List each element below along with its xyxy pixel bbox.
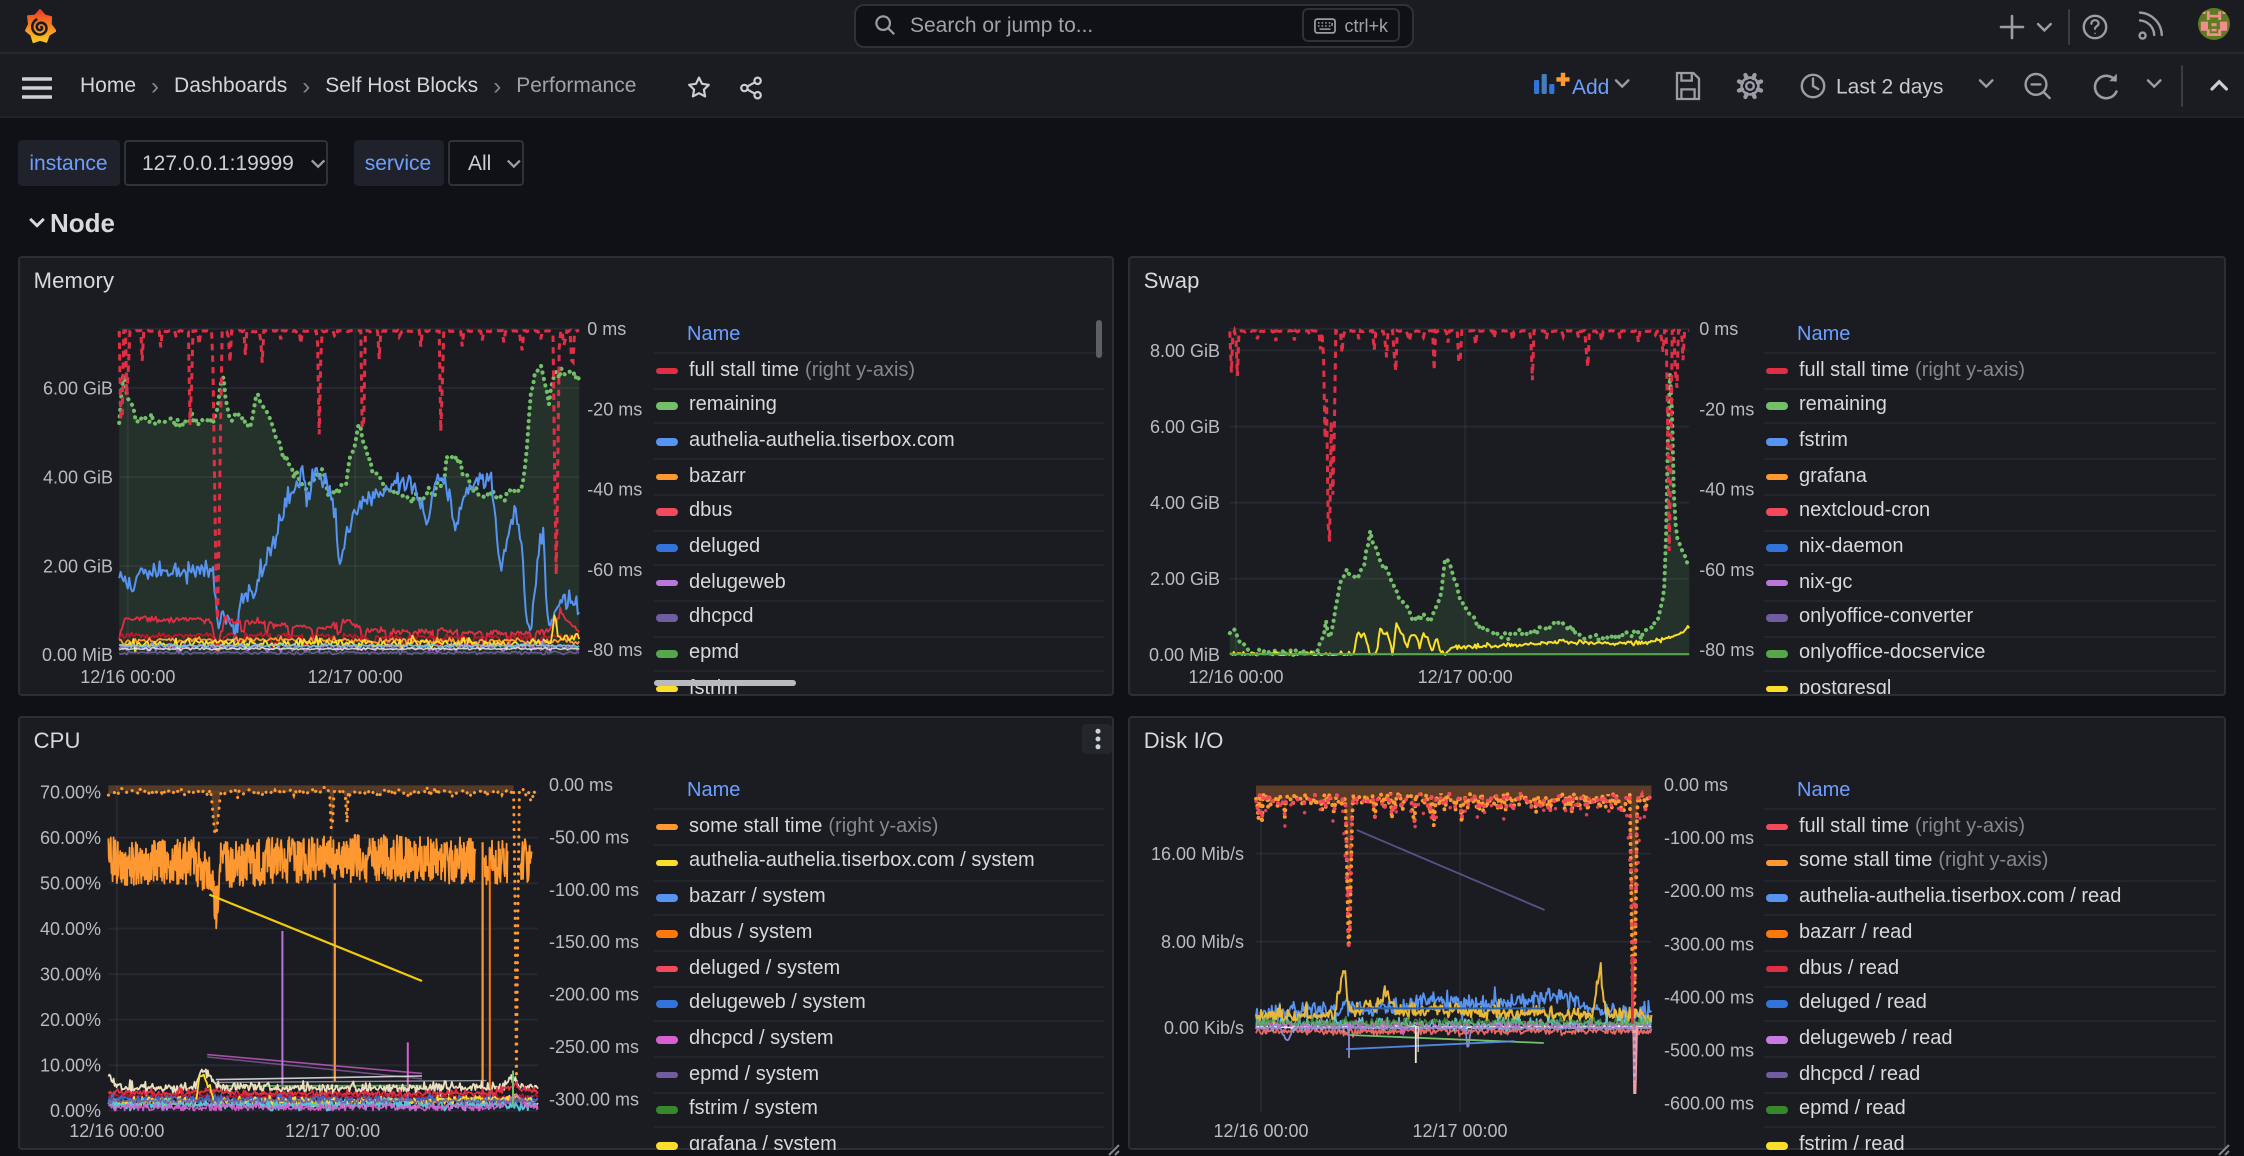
svg-text:-80 ms: -80 ms [587, 640, 642, 660]
svg-text:16.00 Mib/s: 16.00 Mib/s [1151, 844, 1244, 864]
svg-text:-50.00 ms: -50.00 ms [549, 827, 629, 847]
svg-text:-250.00 ms: -250.00 ms [549, 1037, 639, 1057]
svg-text:6.00 GiB: 6.00 GiB [43, 378, 113, 398]
svg-text:8.00 Mib/s: 8.00 Mib/s [1161, 932, 1244, 952]
svg-text:-60 ms: -60 ms [587, 560, 642, 580]
svg-text:-500.00 ms: -500.00 ms [1664, 1040, 1754, 1060]
svg-text:-60 ms: -60 ms [1699, 560, 1754, 580]
svg-text:0.00 MiB: 0.00 MiB [42, 645, 113, 665]
svg-text:70.00%: 70.00% [40, 783, 101, 803]
svg-text:-40 ms: -40 ms [587, 480, 642, 500]
svg-text:0 ms: 0 ms [587, 319, 626, 339]
svg-text:50.00%: 50.00% [40, 874, 101, 894]
svg-text:40.00%: 40.00% [40, 919, 101, 939]
svg-text:4.00 GiB: 4.00 GiB [1150, 493, 1220, 513]
svg-text:-100.00 ms: -100.00 ms [549, 880, 639, 900]
svg-text:-40 ms: -40 ms [1699, 480, 1754, 500]
svg-text:12/16 00:00: 12/16 00:00 [1188, 667, 1283, 687]
svg-text:-200.00 ms: -200.00 ms [549, 985, 639, 1005]
svg-text:20.00%: 20.00% [40, 1010, 101, 1030]
svg-text:-300.00 ms: -300.00 ms [549, 1089, 639, 1109]
svg-text:12/17 00:00: 12/17 00:00 [1418, 667, 1513, 687]
svg-text:0.00%: 0.00% [50, 1101, 101, 1121]
svg-text:12/16 00:00: 12/16 00:00 [80, 667, 175, 687]
svg-text:-400.00 ms: -400.00 ms [1664, 987, 1754, 1007]
svg-text:12/16 00:00: 12/16 00:00 [1213, 1121, 1308, 1141]
svg-text:-20 ms: -20 ms [1699, 399, 1754, 419]
svg-text:12/17 00:00: 12/17 00:00 [308, 667, 403, 687]
svg-text:0.00 ms: 0.00 ms [1664, 775, 1728, 795]
svg-text:-200.00 ms: -200.00 ms [1664, 881, 1754, 901]
svg-text:60.00%: 60.00% [40, 828, 101, 848]
svg-text:-20 ms: -20 ms [587, 399, 642, 419]
svg-text:0.00 ms: 0.00 ms [549, 775, 613, 795]
svg-text:0.00 MiB: 0.00 MiB [1149, 645, 1220, 665]
svg-text:-150.00 ms: -150.00 ms [549, 932, 639, 952]
svg-text:8.00 GiB: 8.00 GiB [1150, 341, 1220, 361]
svg-text:-100.00 ms: -100.00 ms [1664, 828, 1754, 848]
svg-text:2.00 GiB: 2.00 GiB [1150, 569, 1220, 589]
svg-text:12/16 00:00: 12/16 00:00 [69, 1121, 164, 1141]
svg-text:6.00 GiB: 6.00 GiB [1150, 417, 1220, 437]
svg-text:30.00%: 30.00% [40, 965, 101, 985]
svg-text:2.00 GiB: 2.00 GiB [43, 556, 113, 576]
svg-text:-80 ms: -80 ms [1699, 640, 1754, 660]
svg-text:0 ms: 0 ms [1699, 319, 1738, 339]
svg-text:-600.00 ms: -600.00 ms [1664, 1094, 1754, 1114]
svg-text:12/17 00:00: 12/17 00:00 [285, 1121, 380, 1141]
svg-text:12/17 00:00: 12/17 00:00 [1412, 1121, 1507, 1141]
svg-text:10.00%: 10.00% [40, 1056, 101, 1076]
svg-text:-300.00 ms: -300.00 ms [1664, 934, 1754, 954]
svg-text:0.00 Kib/s: 0.00 Kib/s [1164, 1018, 1244, 1038]
svg-text:4.00 GiB: 4.00 GiB [43, 467, 113, 487]
